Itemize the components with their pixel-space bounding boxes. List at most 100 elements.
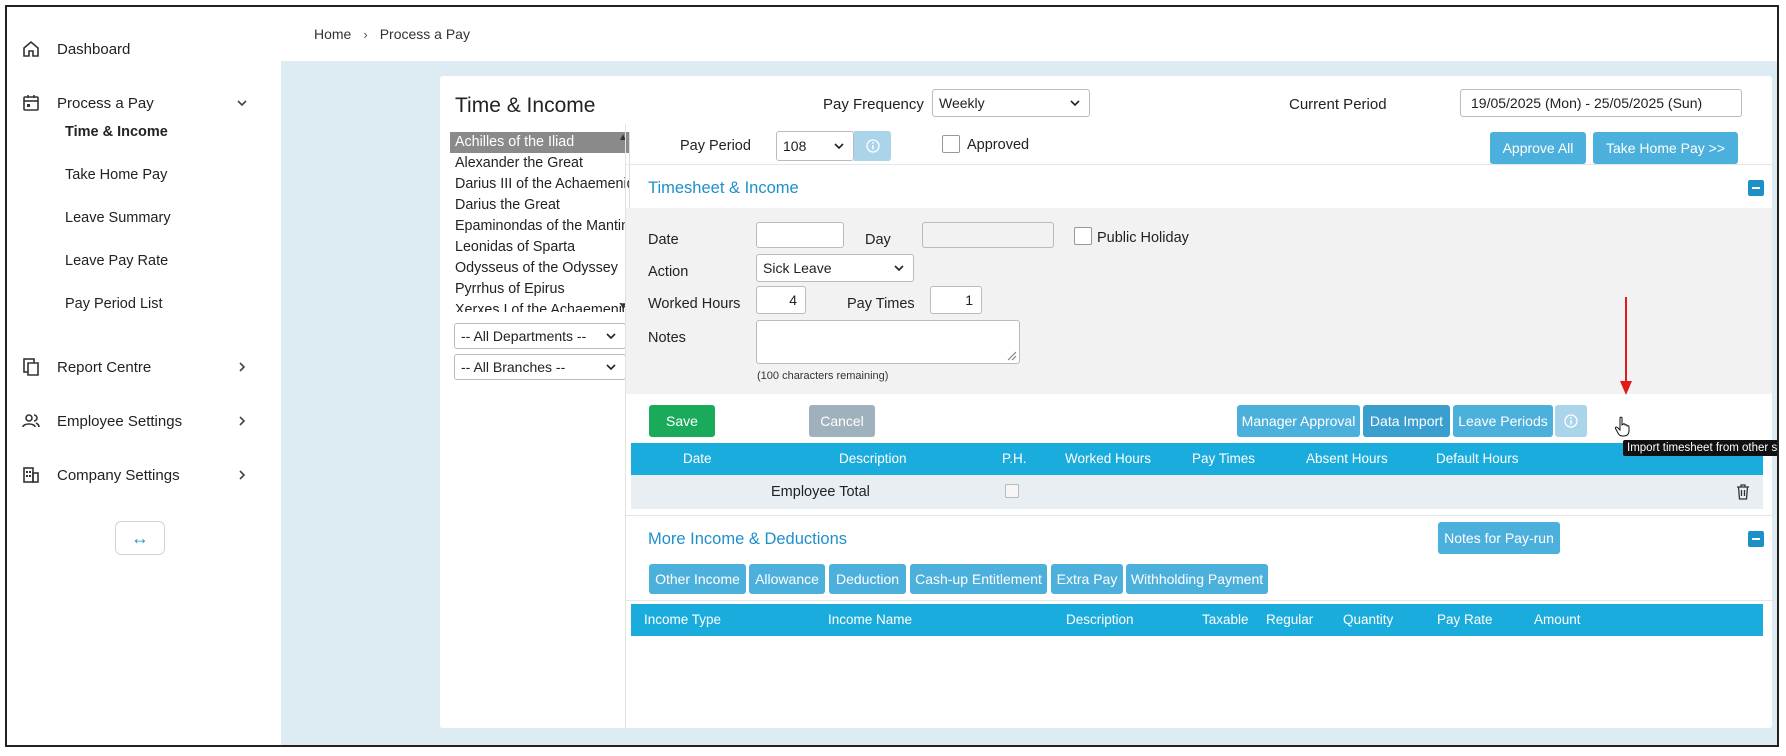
pay-times-input[interactable]: 1 (930, 286, 982, 314)
action-select[interactable]: Sick Leave (756, 254, 914, 282)
chevron-down-icon (606, 333, 616, 340)
home-icon (23, 40, 39, 57)
day-label: Day (865, 232, 891, 248)
chevron-down-icon (606, 364, 616, 371)
worked-hours-input[interactable]: 4 (756, 286, 806, 314)
more-income-section-header: More Income & Deductions Notes for Pay-r… (626, 515, 1772, 561)
approved-checkbox[interactable] (942, 135, 960, 153)
sidebar-subitem-pay-period-list[interactable]: Pay Period List (65, 296, 163, 312)
sidebar-item-label: Employee Settings (57, 412, 183, 430)
pay-times-label: Pay Times (847, 296, 915, 312)
employee-total-label: Employee Total (771, 484, 870, 500)
take-home-pay-button[interactable]: Take Home Pay >> (1593, 132, 1738, 164)
income-tab-allowance[interactable]: Allowance (749, 564, 825, 594)
leave-periods-info-button[interactable] (1555, 405, 1587, 437)
breadcrumb-home-link[interactable]: Home (314, 26, 351, 42)
column-header-default-hours: Default Hours (1436, 451, 1519, 466)
collapse-minus-icon[interactable] (1748, 180, 1764, 196)
employee-list-item[interactable]: Odysseus of the Odyssey (450, 258, 629, 279)
income-tab-extra-pay[interactable]: Extra Pay (1051, 564, 1123, 594)
employee-list-item[interactable]: Epaminondas of the Mantinea (450, 216, 629, 237)
sidebar-item-dashboard[interactable]: Dashboard (7, 27, 281, 71)
sidebar-subitem-leave-pay-rate[interactable]: Leave Pay Rate (65, 253, 168, 269)
employee-list-item[interactable]: Xerxes I of the Achaemenid (450, 300, 629, 312)
income-tab-withholding-payment[interactable]: Withholding Payment (1126, 564, 1268, 594)
branches-value: -- All Branches -- (461, 359, 566, 375)
employee-total-ph-checkbox[interactable] (1005, 484, 1019, 498)
chevron-right-icon (239, 416, 246, 426)
chevron-down-icon (1070, 100, 1080, 107)
chevron-down-icon (237, 100, 247, 107)
column-header-ph: P.H. (1002, 451, 1027, 466)
sidebar-item-employee-settings[interactable]: Employee Settings (7, 399, 281, 443)
pay-period-value: 108 (783, 138, 807, 154)
employee-list-item[interactable]: Leonidas of Sparta (450, 237, 629, 258)
notes-textarea[interactable] (756, 320, 1020, 364)
sidebar-subitem-take-home-pay[interactable]: Take Home Pay (65, 167, 167, 183)
employee-list-item[interactable]: Darius III of the Achaemenid (450, 174, 629, 195)
breadcrumb-current: Process a Pay (379, 26, 470, 42)
pay-period-info-button[interactable] (854, 131, 891, 161)
income-tab-other-income[interactable]: Other Income (649, 564, 746, 594)
sidebar-subitem-leave-summary[interactable]: Leave Summary (65, 210, 171, 226)
pay-frequency-value: Weekly (939, 95, 985, 111)
date-input[interactable] (756, 222, 844, 248)
chevron-down-icon (834, 143, 844, 150)
main-content: Home › Process a Pay Time & Income Pay F… (281, 7, 1777, 745)
employee-list[interactable]: Achilles of the Iliad Alexander the Great… (450, 132, 630, 312)
manager-approval-button[interactable]: Manager Approval (1237, 405, 1360, 437)
sidebar-item-report-centre[interactable]: Report Centre (7, 345, 281, 389)
collapse-minus-icon[interactable] (1748, 531, 1764, 547)
timesheet-section-header: Timesheet & Income (626, 164, 1772, 208)
income-tab-cash-up-entitlement[interactable]: Cash-up Entitlement (910, 564, 1047, 594)
sidebar-item-label: Process a Pay (57, 94, 154, 112)
branches-select[interactable]: -- All Branches -- (454, 354, 626, 380)
info-icon (865, 139, 880, 153)
approved-label: Approved (967, 137, 1030, 153)
departments-select[interactable]: -- All Departments -- (454, 323, 626, 349)
notes-for-payrun-button[interactable]: Notes for Pay-run (1438, 522, 1560, 554)
hand-cursor-icon (1614, 416, 1630, 437)
employee-total-row: Employee Total (631, 475, 1763, 509)
sidebar-subitem-time-income[interactable]: Time & Income (65, 124, 168, 140)
column-header-description: Description (839, 451, 907, 466)
employee-list-item[interactable]: Darius the Great (450, 195, 629, 216)
sidebar-item-process-a-pay[interactable]: Process a Pay (7, 81, 281, 125)
pay-frequency-select[interactable]: Weekly (932, 89, 1090, 117)
notes-label: Notes (648, 330, 686, 346)
leave-periods-button[interactable]: Leave Periods (1453, 405, 1553, 437)
column-header-pay-times: Pay Times (1192, 451, 1256, 466)
timesheet-table-header: Date Description P.H. Worked Hours Pay T… (631, 443, 1763, 475)
sidebar-collapse-button[interactable]: ↔ (115, 521, 165, 555)
current-period-field[interactable]: 19/05/2025 (Mon) - 25/05/2025 (Sun) (1460, 89, 1742, 117)
public-holiday-checkbox[interactable] (1074, 227, 1092, 245)
trash-icon[interactable] (1736, 484, 1750, 500)
scroll-up-icon: ▲ (618, 132, 628, 143)
pay-period-select[interactable]: 108 (776, 131, 854, 161)
resize-handle-icon[interactable] (1007, 351, 1017, 361)
departments-value: -- All Departments -- (461, 328, 587, 344)
approve-all-button[interactable]: Approve All (1490, 132, 1586, 164)
chevron-down-icon (894, 265, 904, 272)
info-icon (1564, 414, 1578, 428)
more-income-section-title: More Income & Deductions (648, 530, 848, 548)
chevron-right-icon (239, 470, 246, 480)
app-window: Dashboard Process a Pay Time & Income Ta… (5, 5, 1779, 747)
cancel-button[interactable]: Cancel (809, 405, 875, 437)
column-header-quantity: Quantity (1343, 612, 1394, 627)
sidebar-item-label: Dashboard (57, 40, 131, 58)
income-tab-deduction[interactable]: Deduction (829, 564, 906, 594)
employee-list-item[interactable]: Alexander the Great (450, 153, 629, 174)
column-header-income-type: Income Type (644, 612, 722, 627)
sidebar: Dashboard Process a Pay Time & Income Ta… (7, 7, 281, 745)
sidebar-item-label: Report Centre (57, 358, 152, 376)
employee-list-item[interactable]: Pyrrhus of Epirus (450, 279, 629, 300)
column-header-description: Description (1066, 612, 1134, 627)
column-header-worked-hours: Worked Hours (1065, 451, 1152, 466)
expand-arrows-icon: ↔ (131, 527, 149, 548)
employee-list-item[interactable]: Achilles of the Iliad (450, 132, 629, 153)
save-button[interactable]: Save (649, 405, 715, 437)
sidebar-item-company-settings[interactable]: Company Settings (7, 453, 281, 497)
data-import-button[interactable]: Data Import (1363, 405, 1450, 437)
action-label: Action (648, 264, 689, 280)
